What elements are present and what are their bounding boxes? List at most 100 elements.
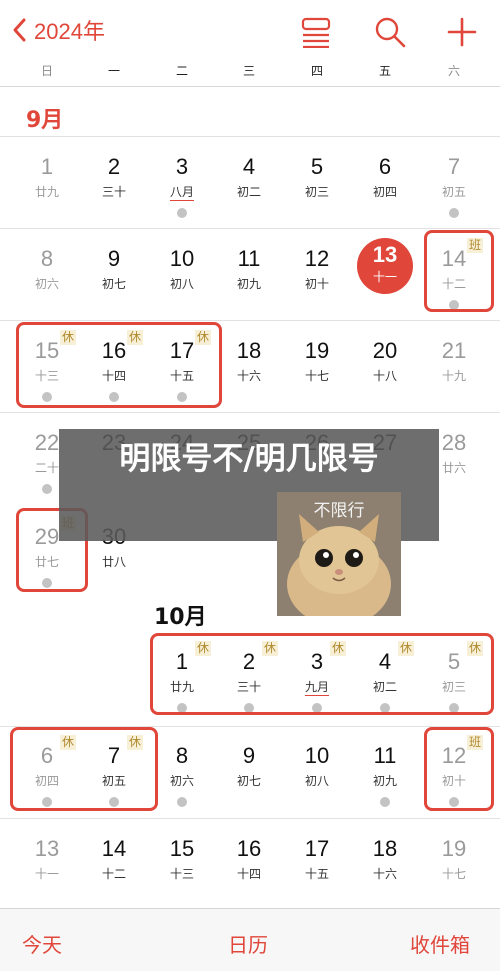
day-cell[interactable]: 17 十五 — [283, 820, 351, 908]
highlight-box — [10, 727, 158, 811]
day-cell[interactable]: 10 初八 — [283, 727, 351, 815]
day-cell[interactable]: 9 初七 — [215, 727, 283, 815]
weekday-tue: 二 — [175, 64, 188, 78]
day-number: 10 — [169, 246, 195, 271]
day-cell-today[interactable]: 13 十一 — [351, 230, 419, 318]
weekday-mon: 一 — [107, 64, 120, 78]
day-number: 1 — [40, 154, 54, 179]
lunar-date: 初六 — [169, 774, 194, 788]
day-cell[interactable]: 9 初七 — [80, 230, 148, 318]
day-number: 10 — [304, 743, 330, 768]
bottom-tab-bar: 今天 日历 收件箱 — [0, 908, 500, 971]
today-button[interactable]: 今天 — [22, 929, 62, 958]
day-number: 19 — [441, 836, 467, 861]
lunar-date: 十四 — [236, 867, 261, 881]
day-number: 7 — [447, 154, 461, 179]
day-number: 9 — [107, 246, 121, 271]
lunar-date: 初八 — [169, 277, 194, 291]
event-dot — [42, 484, 52, 494]
top-bar: 2024年 — [0, 0, 500, 60]
list-view-icon[interactable] — [300, 16, 332, 49]
chevron-left-icon — [13, 18, 26, 42]
day-number: 6 — [378, 154, 392, 179]
lunar-date: 初九 — [236, 277, 261, 291]
day-cell[interactable]: 4 初二 — [215, 138, 283, 226]
day-number: 18 — [372, 836, 398, 861]
day-number: 14 — [101, 836, 127, 861]
lunar-date: 十一 — [372, 270, 397, 284]
day-cell[interactable]: 19 十七 — [420, 820, 488, 908]
highlight-box — [16, 322, 222, 408]
day-number: 8 — [175, 743, 189, 768]
row-divider — [0, 136, 500, 137]
day-number: 11 — [237, 246, 261, 271]
day-cell[interactable]: 19 十七 — [283, 322, 351, 410]
back-to-year-button[interactable]: 2024年 — [10, 14, 105, 46]
lunar-date: 十九 — [441, 369, 466, 383]
day-cell[interactable]: 11 初九 — [215, 230, 283, 318]
row-divider — [0, 818, 500, 819]
event-dot — [177, 208, 187, 218]
lunar-date: 十八 — [372, 369, 397, 383]
day-cell[interactable]: 3 八月 — [148, 138, 216, 226]
day-cell[interactable]: 8 初六 — [148, 727, 216, 815]
day-cell[interactable]: 14 十二 — [80, 820, 148, 908]
day-number: 15 — [169, 836, 195, 861]
month-label-oct: 10月 — [154, 605, 207, 630]
day-number: 13 — [372, 242, 398, 267]
back-label: 2024年 — [34, 19, 105, 44]
day-cell[interactable]: 5 初三 — [283, 138, 351, 226]
weekday-thu: 四 — [310, 64, 323, 78]
day-number: 11 — [373, 743, 397, 768]
lunar-date: 十六 — [236, 369, 261, 383]
day-cell[interactable]: 21 十九 — [420, 322, 488, 410]
day-cell[interactable]: 8 初六 — [13, 230, 81, 318]
day-number: 16 — [236, 836, 262, 861]
day-number: 21 — [441, 338, 467, 363]
lunar-date: 十五 — [304, 867, 329, 881]
day-number: 12 — [304, 246, 330, 271]
event-dot — [177, 797, 187, 807]
row-divider — [0, 320, 500, 321]
row-divider — [0, 412, 500, 413]
day-number: 17 — [304, 836, 330, 861]
add-icon[interactable] — [446, 16, 478, 48]
weekday-sun: 日 — [40, 64, 53, 78]
lunar-date: 初八 — [304, 774, 329, 788]
calendars-button[interactable]: 日历 — [228, 929, 268, 958]
lunar-date: 十二 — [101, 867, 126, 881]
day-cell[interactable]: 10 初八 — [148, 230, 216, 318]
day-number: 3 — [175, 154, 189, 179]
day-number: 13 — [34, 836, 60, 861]
day-cell[interactable]: 12 初十 — [283, 230, 351, 318]
day-cell[interactable]: 2 三十 — [80, 138, 148, 226]
lunar-date: 初二 — [236, 185, 261, 199]
day-cell[interactable]: 18 十六 — [351, 820, 419, 908]
lunar-date: 三十 — [101, 185, 126, 199]
day-cell[interactable]: 20 十八 — [351, 322, 419, 410]
lunar-date: 初十 — [304, 277, 329, 291]
month-label-sep: 9月 — [26, 108, 64, 133]
weekday-sat: 六 — [447, 64, 460, 78]
day-cell[interactable]: 11 初九 — [351, 727, 419, 815]
header-divider — [0, 86, 500, 87]
highlight-box — [150, 633, 494, 715]
search-icon[interactable] — [374, 16, 406, 48]
day-number: 19 — [304, 338, 330, 363]
lunar-date: 十一 — [34, 867, 59, 881]
inbox-button[interactable]: 收件箱 — [410, 929, 470, 958]
weekday-header: 日 一 二 三 四 五 六 — [0, 62, 500, 86]
lunar-date: 廿九 — [34, 185, 59, 199]
lunar-date: 初六 — [34, 277, 59, 291]
day-number: 18 — [236, 338, 262, 363]
day-cell[interactable]: 1 廿九 — [13, 138, 81, 226]
day-cell[interactable]: 6 初四 — [351, 138, 419, 226]
day-cell[interactable]: 15 十三 — [148, 820, 216, 908]
day-cell[interactable]: 16 十四 — [215, 820, 283, 908]
highlight-box — [424, 727, 494, 811]
lunar-date: 十七 — [304, 369, 329, 383]
row-divider — [0, 228, 500, 229]
day-cell[interactable]: 18 十六 — [215, 322, 283, 410]
day-cell[interactable]: 7 初五 — [420, 138, 488, 226]
day-cell[interactable]: 13 十一 — [13, 820, 81, 908]
